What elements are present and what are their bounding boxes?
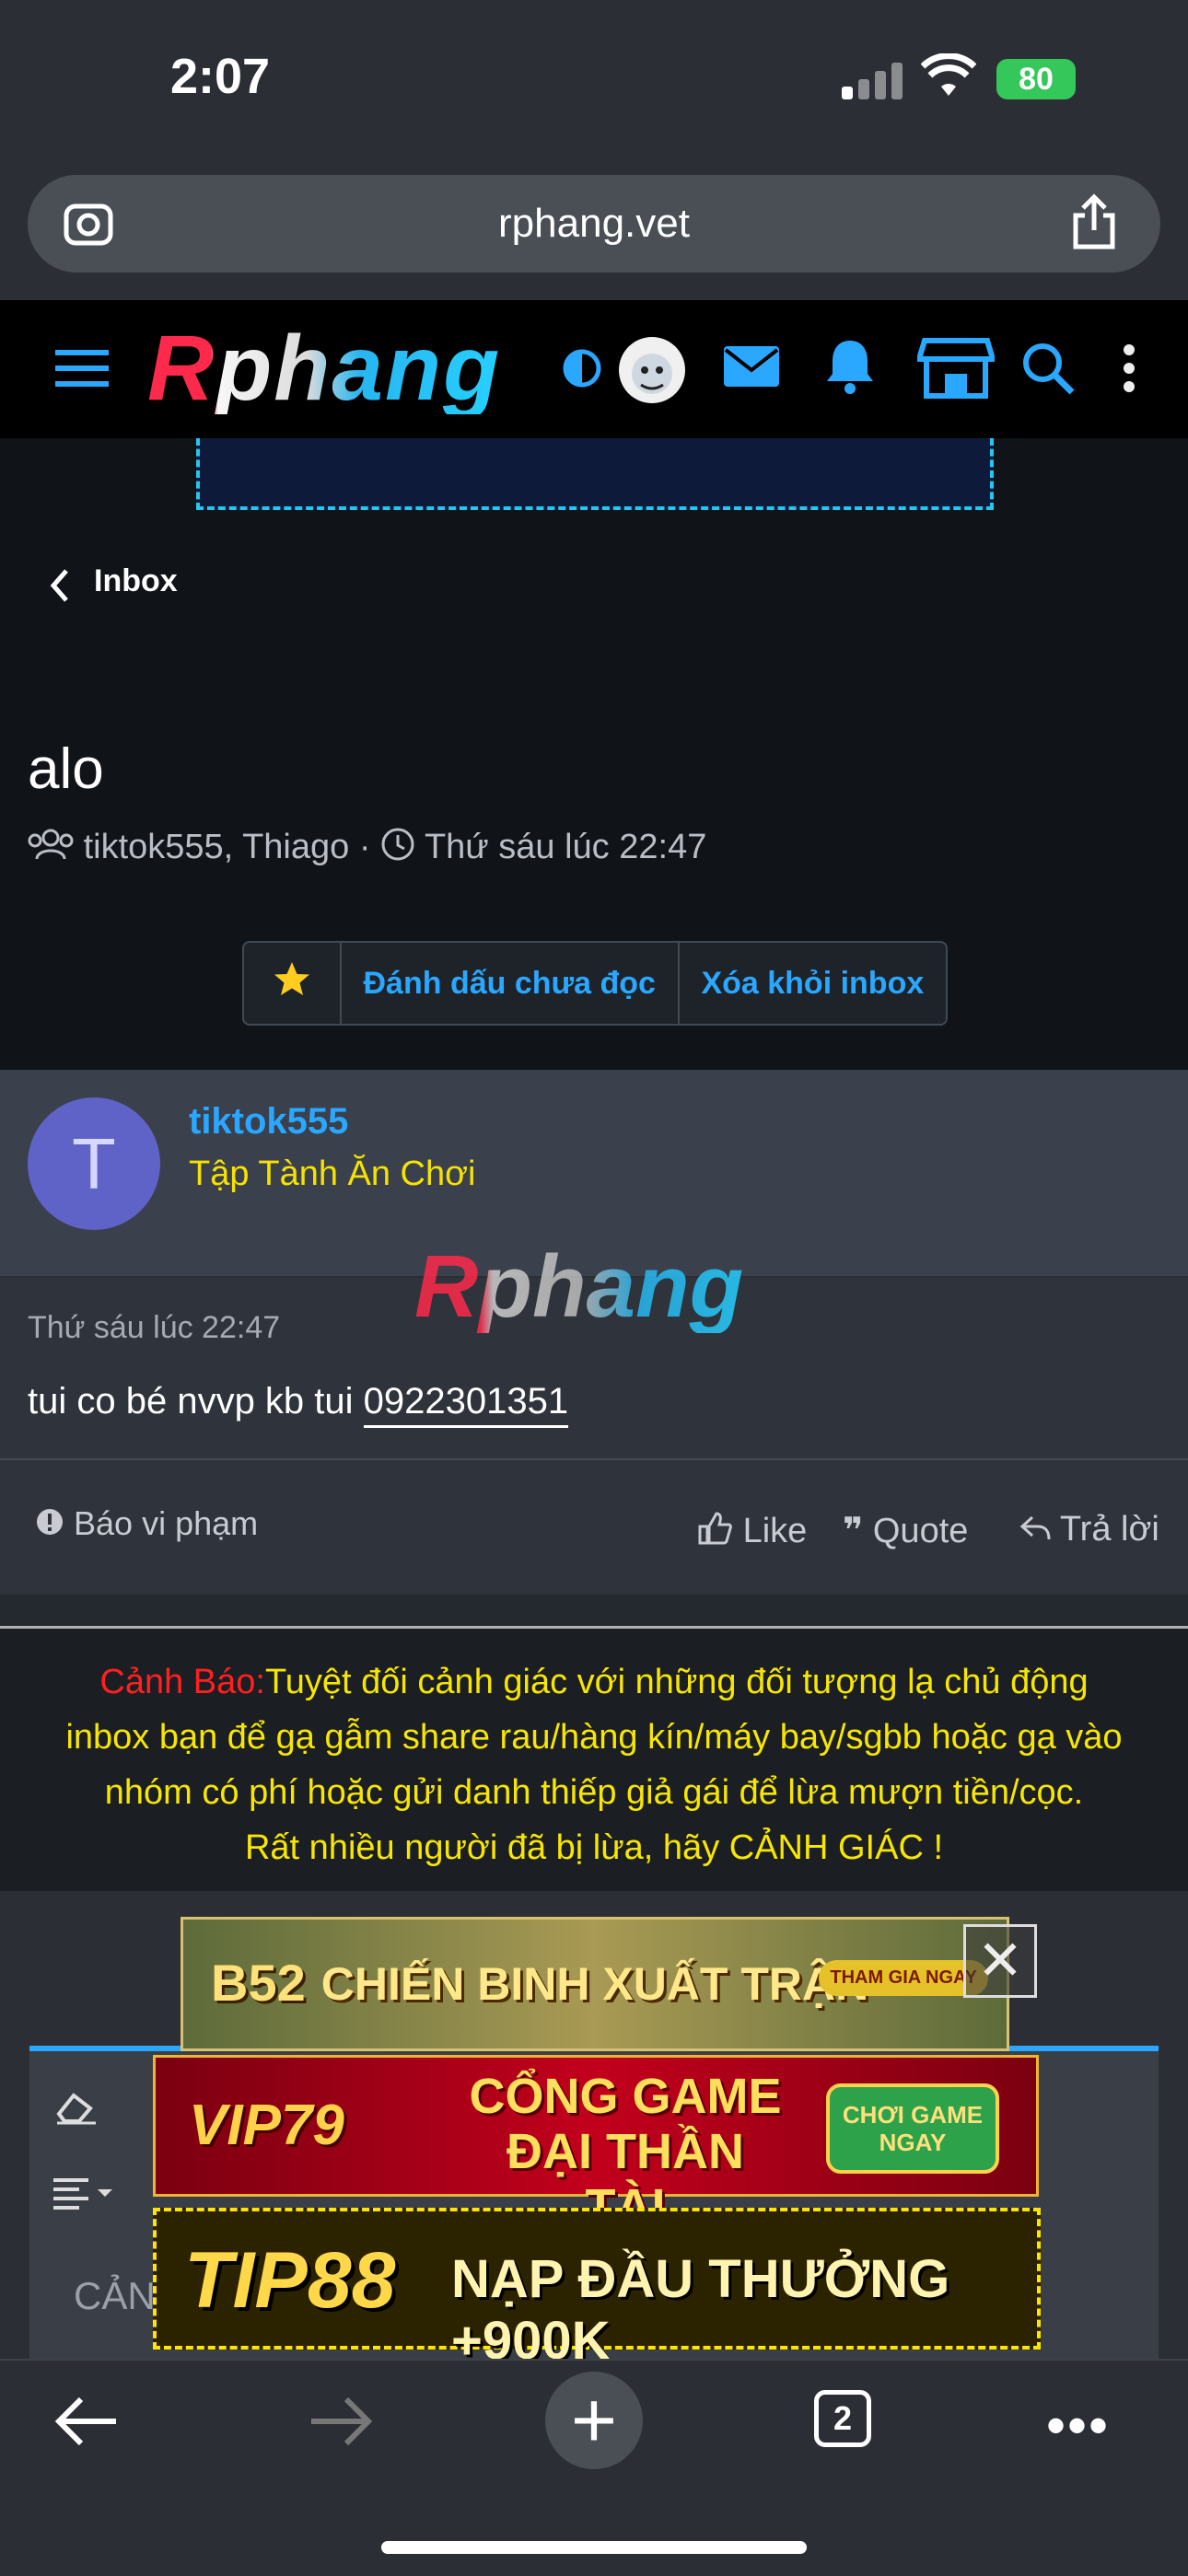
star-icon (272, 959, 312, 1008)
remove-from-inbox-button[interactable]: Xóa khỏi inbox (680, 943, 946, 1024)
alert-icon (35, 1506, 64, 1545)
quote-icon: ❞ (843, 1512, 864, 1550)
sender-user-title: Tập Tành Ăn Chơi (189, 1155, 476, 1193)
section-spacer (0, 1595, 1188, 1628)
site-watermark: Rphang (414, 1237, 744, 1336)
eraser-icon[interactable] (53, 2088, 99, 2129)
mail-icon[interactable] (722, 342, 781, 395)
search-icon[interactable] (1020, 341, 1076, 400)
theme-toggle-icon[interactable] (562, 348, 602, 393)
warning-text: Cảnh Báo:Tuyệt đối cảnh giác với những đ… (65, 1663, 1123, 1867)
new-tab-button[interactable]: + (545, 2372, 643, 2469)
star-button[interactable] (244, 943, 342, 1024)
message-text: tui co bé nvvp kb tui 0922301351 (28, 1381, 569, 1428)
thread-meta: tiktok555, Thiago · Thứ sáu lúc 22:47 (28, 827, 706, 871)
divider (0, 1458, 1188, 1460)
back-arrow-icon[interactable] (53, 2394, 120, 2454)
thread-date: Thứ sáu lúc 22:47 (424, 828, 707, 867)
close-ad-icon[interactable]: ✕ (963, 1924, 1037, 1998)
tab-switcher-button[interactable]: 2 (814, 2390, 871, 2447)
url-bar[interactable]: rphang.vet (28, 175, 1160, 273)
ad-banner-tip88[interactable]: TIP88 NẠP ĐẦU THƯỞNG +900K (153, 2208, 1041, 2371)
reply-arrow-icon (1019, 1511, 1051, 1550)
ad-banner-vip79[interactable]: VIP79 CỔNG GAME ĐẠI THẦN TÀI CHƠI GAME N… (153, 2055, 1039, 2234)
battery-indicator: 80 (996, 59, 1076, 99)
message-date: Thứ sáu lúc 22:47 (28, 1310, 281, 1345)
bell-icon[interactable] (823, 337, 877, 400)
sender-username[interactable]: tiktok555 (189, 1101, 348, 1143)
reply-button[interactable]: Trả lời (1019, 1510, 1159, 1550)
users-icon (28, 828, 74, 870)
quote-button[interactable]: ❞ Quote (843, 1510, 968, 1551)
url-text[interactable]: rphang.vet (28, 201, 1160, 247)
inbox-breadcrumb-link[interactable]: Inbox (94, 563, 178, 599)
ad-banner-b52[interactable]: B52 CHIẾN BINH XUẤT TRẬN THAM GIA NGAY (181, 1917, 1009, 2051)
user-avatar[interactable] (619, 337, 685, 403)
home-indicator (381, 2541, 807, 2554)
align-icon[interactable] (52, 2176, 116, 2214)
top-banner-ad[interactable] (196, 438, 994, 510)
report-button[interactable]: Báo vi phạm (35, 1504, 258, 1545)
scam-warning-box: Cảnh Báo:Tuyệt đối cảnh giác với những đ… (0, 1626, 1188, 1895)
thread-participants[interactable]: tiktok555, Thiago (84, 828, 350, 866)
site-logo[interactable]: Rphang (147, 322, 501, 414)
wifi-icon (920, 52, 977, 104)
hamburger-menu-icon[interactable] (55, 346, 109, 395)
phone-number-link[interactable]: 0922301351 (363, 1381, 569, 1428)
share-icon[interactable] (1068, 193, 1120, 257)
status-time: 2:07 (170, 49, 271, 104)
thread-title: alo (28, 737, 104, 801)
thread-action-buttons: Đánh dấu chưa đọc Xóa khỏi inbox (242, 941, 948, 1026)
forward-arrow-icon[interactable] (308, 2394, 374, 2454)
store-icon[interactable] (914, 335, 997, 406)
like-button[interactable]: Like (696, 1510, 807, 1556)
more-menu-icon[interactable] (1122, 342, 1136, 399)
clock-icon (380, 827, 415, 871)
back-chevron-icon[interactable] (48, 567, 72, 609)
message-content: tui co bé nvvp kb tui (28, 1381, 364, 1421)
mark-unread-button[interactable]: Đánh dấu chưa đọc (342, 943, 680, 1024)
browser-menu-icon[interactable]: ••• (1046, 2394, 1110, 2457)
warning-label: Cảnh Báo: (99, 1663, 265, 1701)
thumbs-up-icon (696, 1510, 733, 1556)
sender-avatar[interactable]: T (28, 1097, 160, 1230)
cellular-signal-icon (842, 61, 903, 99)
